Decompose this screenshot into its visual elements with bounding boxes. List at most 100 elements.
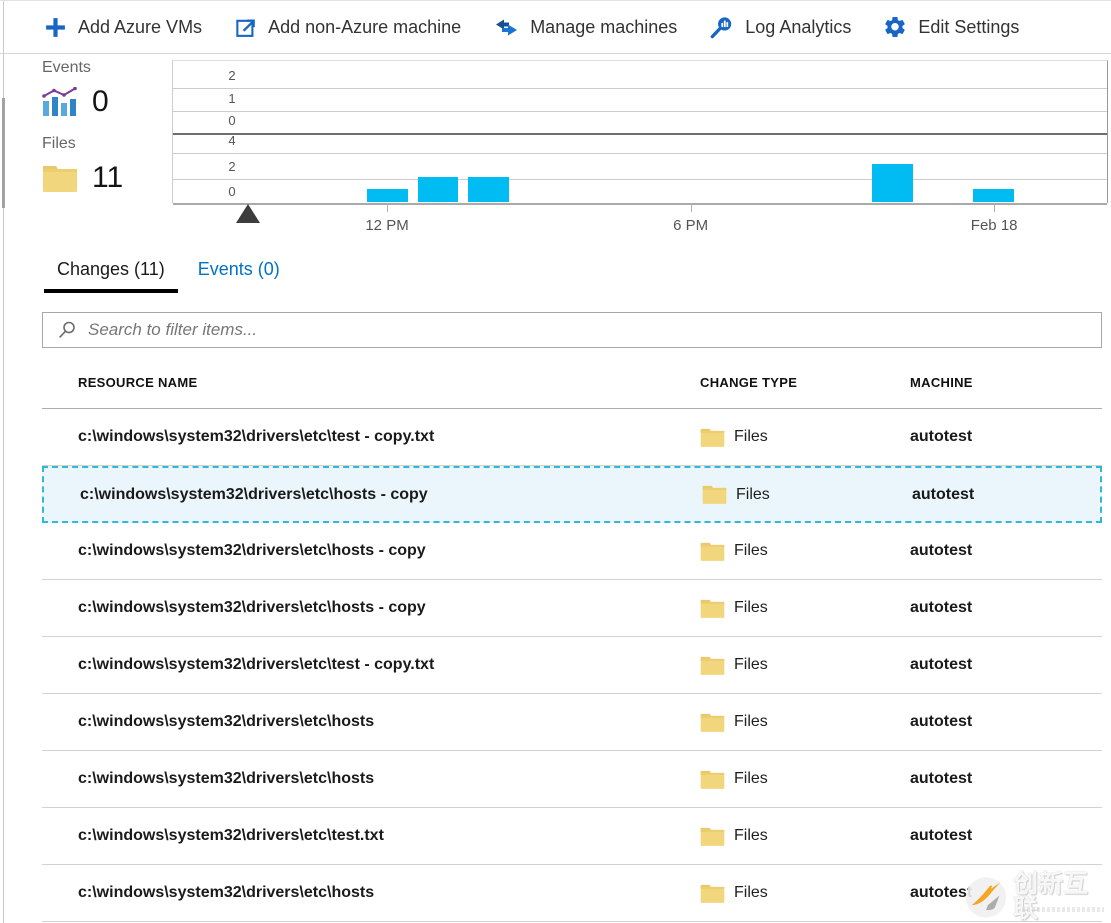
plus-icon	[44, 16, 67, 39]
tab-changes[interactable]: Changes (11)	[44, 256, 178, 293]
change-type-cell: Files	[700, 427, 910, 448]
change-type-cell: Files	[700, 712, 910, 733]
y-axis-tick-label: 4	[217, 133, 247, 148]
resource-name-cell: c:\windows\system32\drivers\etc\hosts	[78, 884, 700, 902]
analytics-magnifier-icon	[709, 15, 734, 40]
add-non-azure-machine-button[interactable]: Add non-Azure machine	[234, 16, 461, 39]
change-type-label: Files	[734, 827, 768, 845]
machine-cell: autotest	[910, 542, 1102, 560]
resource-name-cell: c:\windows\system32\drivers\etc\hosts - …	[78, 542, 700, 560]
timeline-position-marker[interactable]	[236, 204, 260, 223]
change-type-label: Files	[734, 428, 768, 446]
table-row[interactable]: c:\windows\system32\drivers\etc\hosts Fi…	[42, 694, 1102, 751]
toolbar-label: Add Azure VMs	[78, 17, 202, 38]
x-axis-tick-label: Feb 18	[971, 217, 1018, 234]
resource-name-cell: c:\windows\system32\drivers\etc\hosts	[78, 713, 700, 731]
filter-search-box	[42, 312, 1102, 348]
files-change-bar[interactable]	[973, 189, 1013, 202]
machine-cell: autotest	[910, 884, 1102, 902]
machines-arrows-icon	[493, 16, 519, 39]
toolbar-label: Log Analytics	[745, 17, 851, 38]
resource-name-cell: c:\windows\system32\drivers\etc\hosts - …	[78, 599, 700, 617]
gear-icon	[883, 15, 907, 39]
x-axis-tick-label: 6 PM	[673, 217, 708, 234]
table-row[interactable]: c:\windows\system32\drivers\etc\hosts - …	[42, 466, 1102, 523]
change-type-label: Files	[734, 884, 768, 902]
chart-gridline	[173, 179, 1107, 180]
table-header: RESOURCE NAME CHANGE TYPE MACHINE	[42, 356, 1102, 409]
column-resource-name: RESOURCE NAME	[78, 375, 700, 390]
change-type-label: Files	[734, 656, 768, 674]
change-type-label: Files	[734, 599, 768, 617]
toolbar-label: Add non-Azure machine	[268, 17, 461, 38]
folder-icon	[700, 598, 725, 619]
open-in-new-icon	[234, 16, 257, 39]
files-change-bar[interactable]	[367, 189, 407, 202]
folder-icon	[702, 484, 727, 505]
x-axis-tick-label: 12 PM	[365, 217, 408, 234]
folder-icon	[700, 427, 725, 448]
table-row[interactable]: c:\windows\system32\drivers\etc\hosts - …	[42, 580, 1102, 637]
files-stat-label: Files	[42, 135, 172, 153]
files-change-bar[interactable]	[418, 177, 458, 202]
column-change-type: CHANGE TYPE	[700, 375, 910, 390]
y-axis-tick-label: 0	[217, 113, 247, 128]
toolbar-label: Manage machines	[530, 17, 677, 38]
y-axis-tick-label: 0	[217, 184, 247, 199]
tab-events[interactable]: Events (0)	[185, 256, 293, 293]
add-azure-vms-button[interactable]: Add Azure VMs	[44, 16, 202, 39]
table-body: c:\windows\system32\drivers\etc\test - c…	[42, 409, 1102, 922]
y-axis-tick-label: 2	[217, 159, 247, 174]
change-type-cell: Files	[702, 484, 912, 505]
changes-table: RESOURCE NAME CHANGE TYPE MACHINE c:\win…	[42, 356, 1102, 922]
change-type-label: Files	[734, 542, 768, 560]
folder-icon	[700, 541, 725, 562]
search-input[interactable]	[86, 319, 1091, 341]
machine-cell: autotest	[912, 486, 1100, 504]
change-type-cell: Files	[700, 883, 910, 904]
summary-tiles: Events 0 Files 11	[42, 59, 172, 211]
chart-gridline	[173, 111, 1107, 112]
files-change-bar[interactable]	[468, 177, 508, 202]
left-scrollbar[interactable]	[2, 98, 5, 208]
table-row[interactable]: c:\windows\system32\drivers\etc\hosts Fi…	[42, 865, 1102, 922]
change-type-cell: Files	[700, 598, 910, 619]
resource-name-cell: c:\windows\system32\drivers\etc\hosts	[78, 770, 700, 788]
folder-icon	[700, 826, 725, 847]
resource-name-cell: c:\windows\system32\drivers\etc\test.txt	[78, 827, 700, 845]
change-timeline-chart[interactable]: 210420	[172, 60, 1108, 203]
y-axis-tick-label: 2	[217, 68, 247, 83]
events-chart-icon	[42, 87, 78, 117]
machine-cell: autotest	[910, 770, 1102, 788]
change-type-cell: Files	[700, 541, 910, 562]
table-row[interactable]: c:\windows\system32\drivers\etc\test - c…	[42, 637, 1102, 694]
table-row[interactable]: c:\windows\system32\drivers\etc\hosts Fi…	[42, 751, 1102, 808]
table-row[interactable]: c:\windows\system32\drivers\etc\hosts - …	[42, 523, 1102, 580]
table-row[interactable]: c:\windows\system32\drivers\etc\test.txt…	[42, 808, 1102, 865]
edit-settings-button[interactable]: Edit Settings	[883, 15, 1019, 39]
manage-machines-button[interactable]: Manage machines	[493, 16, 677, 39]
machine-cell: autotest	[910, 599, 1102, 617]
log-analytics-button[interactable]: Log Analytics	[709, 15, 851, 40]
files-change-bar[interactable]	[872, 164, 912, 202]
command-bar: Add Azure VMs Add non-Azure machine Mana…	[0, 1, 1111, 54]
change-type-label: Files	[736, 486, 770, 504]
events-stat-label: Events	[42, 59, 172, 77]
events-stat[interactable]: 0	[42, 85, 172, 119]
files-stat[interactable]: 11	[42, 161, 172, 195]
folder-icon	[700, 769, 725, 790]
machine-cell: autotest	[910, 827, 1102, 845]
machine-cell: autotest	[910, 656, 1102, 674]
machine-cell: autotest	[910, 713, 1102, 731]
resource-name-cell: c:\windows\system32\drivers\etc\test - c…	[78, 428, 700, 446]
folder-icon	[42, 164, 78, 193]
folder-icon	[700, 655, 725, 676]
change-type-cell: Files	[700, 826, 910, 847]
machine-cell: autotest	[910, 428, 1102, 446]
resource-name-cell: c:\windows\system32\drivers\etc\hosts - …	[80, 486, 702, 504]
chart-time-axis: 12 PM 6 PM Feb 18	[172, 203, 1108, 241]
table-row[interactable]: c:\windows\system32\drivers\etc\test - c…	[42, 409, 1102, 466]
change-type-label: Files	[734, 713, 768, 731]
x-axis-tick-mark	[691, 203, 692, 212]
change-type-cell: Files	[700, 655, 910, 676]
